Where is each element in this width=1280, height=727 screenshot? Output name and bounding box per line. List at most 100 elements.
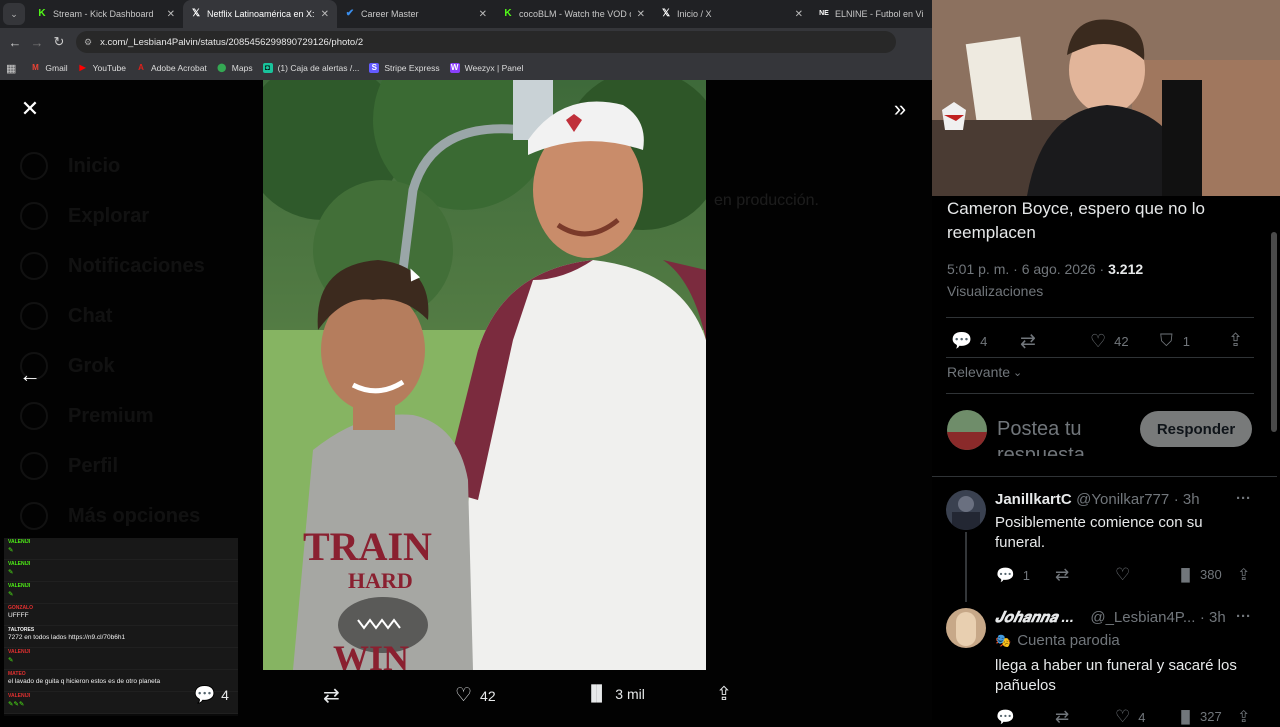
viewer-like-button[interactable]: ♡ 42 — [455, 684, 496, 707]
reply-compose-input[interactable]: Postea tu respuesta — [997, 416, 1132, 456]
reply-icon: 💬 — [194, 685, 216, 704]
double-chevron-right-icon[interactable]: » — [888, 98, 912, 120]
bookmark-maps[interactable]: ⬤ Maps — [217, 63, 252, 73]
tab-title: ELNINE - Futbol en Vivo — [835, 9, 923, 19]
bookmark-label: YouTube — [92, 63, 127, 73]
url-bar[interactable]: ⚙ x.com/_Lesbian4Palvin/status/208545629… — [76, 31, 896, 53]
close-icon[interactable]: ✕ — [18, 98, 42, 120]
divider — [946, 393, 1254, 394]
tweet-share-button[interactable]: ⇪ — [1228, 330, 1243, 351]
background-faded-text: en producción. — [714, 192, 819, 209]
avatar[interactable] — [946, 490, 986, 530]
bookmark-stripe[interactable]: S Stripe Express — [369, 63, 440, 73]
analytics-icon: ▐▌ — [586, 685, 608, 702]
reply-views-button[interactable]: ▐▌ 327 — [1177, 709, 1222, 724]
like-count: 4 — [1138, 709, 1146, 725]
scrollbar-thumb[interactable] — [1271, 232, 1277, 432]
tweet-timestamp[interactable]: 5:01 p. m. · 6 ago. 2026 · — [947, 261, 1104, 277]
photo-illustration: TRAIN HARD WIN — [263, 80, 706, 670]
bookmark-adobe-acrobat[interactable]: A Adobe Acrobat — [136, 63, 207, 73]
reply-author-name[interactable]: JanillkartC — [995, 491, 1072, 508]
more-options-icon[interactable]: ··· — [1236, 608, 1251, 625]
divider — [932, 476, 1277, 477]
tab-cocoblm-vod[interactable]: K cocoBLM - Watch the VOD on K ✕ — [495, 0, 653, 28]
background-nav-item: Perfil — [20, 452, 118, 480]
arrow-left-icon[interactable]: ← — [18, 364, 42, 386]
weezyx-icon: W — [449, 63, 460, 73]
address-bar-row: ← → ↻ ⚙ x.com/_Lesbian4Palvin/status/208… — [0, 28, 932, 56]
stripe-icon: S — [369, 63, 380, 73]
tweet-reply-button[interactable]: 💬 4 — [951, 331, 987, 351]
sort-replies-dropdown[interactable]: Relevante ⌄ — [947, 364, 1022, 380]
tweet-views-label: Visualizaciones — [947, 283, 1044, 299]
bookmark-alerts[interactable]: ◘ (1) Caja de alertas /... — [262, 63, 359, 73]
reply-header: 𝑱𝒐𝒉𝒂𝒏𝒏𝒂 ... @_Lesbian4P... · 3h — [995, 609, 1255, 627]
reload-icon[interactable]: ↻ — [48, 34, 70, 50]
reply-time[interactable]: · 3h — [1174, 491, 1200, 508]
retweet-icon: ⇄ — [1020, 331, 1036, 352]
tweet-retweet-button[interactable]: ⇄ — [1020, 330, 1036, 353]
reply-retweet-button[interactable]: ⇄ — [1055, 707, 1069, 727]
site-info-icon[interactable]: ⚙ — [84, 37, 92, 48]
reply-retweet-button[interactable]: ⇄ — [1055, 565, 1069, 585]
forward-icon[interactable]: → — [26, 35, 48, 50]
reply-like-button[interactable]: ♡ 4 — [1115, 707, 1145, 727]
reply-author-handle[interactable]: @Yonilkar777 — [1076, 491, 1169, 508]
tab-inicio-x[interactable]: 𝕏 Inicio / X ✕ — [653, 0, 811, 28]
gmail-icon: M — [32, 63, 39, 72]
close-tab-icon[interactable]: ✕ — [637, 9, 645, 20]
bookmark-label: Adobe Acrobat — [151, 63, 207, 73]
background-nav-item: Inicio — [20, 152, 120, 180]
reply-views-button[interactable]: ▐▌ 380 — [1177, 567, 1222, 582]
heart-icon: ♡ — [1115, 565, 1131, 584]
close-tab-icon[interactable]: ✕ — [479, 9, 487, 20]
reply-share-button[interactable]: ⇪ — [1237, 565, 1250, 585]
viewer-share-button[interactable]: ⇪ — [716, 683, 732, 706]
reply-submit-button[interactable]: Responder — [1140, 411, 1252, 447]
tweet-like-button[interactable]: ♡ 42 — [1090, 331, 1129, 352]
reply-author-name[interactable]: 𝑱𝒐𝒉𝒂𝒏𝒏𝒂 ... — [995, 609, 1074, 626]
tab-kick-dashboard[interactable]: K Stream - Kick Dashboard ✕ — [29, 0, 183, 28]
bookmark-weezyx[interactable]: W Weezyx | Panel — [449, 63, 523, 73]
reply-reply-button[interactable]: 💬 1 — [996, 566, 1030, 584]
url-text: x.com/_Lesbian4Palvin/status/20854562998… — [100, 36, 364, 48]
webcam-overlay — [932, 0, 1280, 196]
close-tab-icon[interactable]: ✕ — [167, 9, 175, 20]
reply-count: 1 — [1022, 567, 1030, 583]
reply-count: 4 — [221, 687, 229, 703]
tab-elnine[interactable]: NE ELNINE - Futbol en Vivo — [811, 0, 931, 28]
close-tab-icon[interactable]: ✕ — [795, 9, 803, 20]
avatar[interactable] — [946, 608, 986, 648]
chat-message: VALENIJI ✎ — [4, 538, 238, 560]
reply-text: Posiblemente comience con su funeral. — [995, 514, 1203, 551]
reply-share-button[interactable]: ⇪ — [1237, 707, 1250, 727]
chat-message: VALENIJI ✎ — [4, 648, 238, 670]
bookmark-youtube[interactable]: ▶ YouTube — [78, 63, 126, 73]
reply-reply-button[interactable]: 💬 — [996, 708, 1015, 726]
close-tab-icon[interactable]: ✕ — [321, 9, 329, 20]
avatar[interactable] — [947, 410, 987, 450]
reply-like-button[interactable]: ♡ — [1115, 565, 1130, 585]
tab-career-master[interactable]: ✔ Career Master ✕ — [337, 0, 495, 28]
reply-time[interactable]: · 3h — [1200, 609, 1226, 626]
tweet-views-count: 3.212 — [1108, 261, 1144, 277]
apps-icon[interactable]: ▦ — [6, 62, 16, 75]
bookmark-icon: ⛉ — [1160, 331, 1173, 350]
tweet-bookmark-button[interactable]: ⛉ 1 — [1160, 331, 1190, 351]
viewer-views-button[interactable]: ▐▌ 3 mil — [586, 685, 645, 702]
tab-search-button[interactable]: ⌄ — [3, 3, 25, 25]
reply-author-handle[interactable]: @_Lesbian4P... — [1090, 609, 1195, 626]
analytics-icon: ▐▌ — [1177, 709, 1195, 724]
viewer-reply-button[interactable]: 💬 4 — [194, 685, 229, 705]
reply-icon: 💬 — [951, 331, 973, 350]
viewer-retweet-button[interactable]: ⇄ — [323, 683, 340, 708]
heart-icon: ♡ — [1090, 331, 1107, 351]
badge-label: Cuenta parodia — [1017, 632, 1120, 649]
youtube-icon: ▶ — [79, 63, 86, 72]
bookmark-gmail[interactable]: M Gmail — [30, 63, 68, 73]
back-icon[interactable]: ← — [4, 35, 26, 50]
tab-netflix-x[interactable]: 𝕏 Netflix Latinoamérica en X: "¡To ✕ — [183, 0, 337, 28]
background-nav-item: Chat — [20, 302, 112, 330]
more-options-icon[interactable]: ··· — [1236, 490, 1251, 507]
kick-icon: K — [504, 8, 512, 19]
